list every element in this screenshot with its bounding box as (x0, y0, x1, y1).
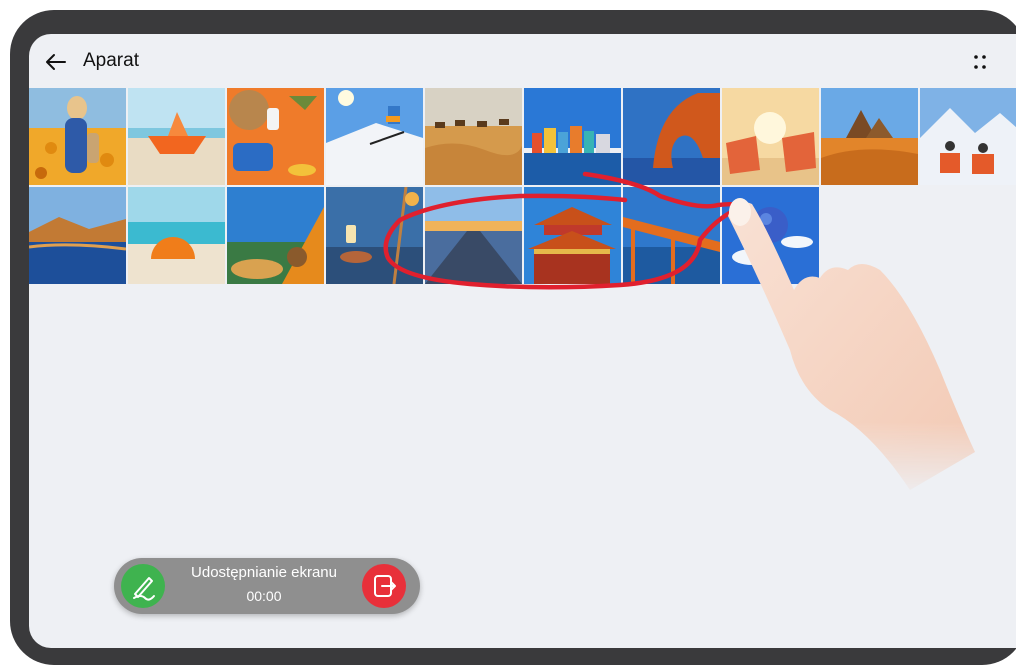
photo-thumbnail[interactable] (920, 88, 1016, 185)
photo-thumbnail[interactable] (326, 88, 423, 185)
photo-thumbnail[interactable] (623, 187, 720, 284)
photo-thumbnail[interactable] (29, 187, 126, 284)
exit-icon (374, 575, 396, 597)
pen-icon (133, 577, 155, 601)
photo-thumbnail[interactable] (425, 88, 522, 185)
photo-thumbnail[interactable] (722, 88, 819, 185)
screen: Aparat (29, 34, 1016, 648)
photo-thumbnail[interactable] (326, 187, 423, 284)
photo-grid (29, 88, 1016, 284)
photo-thumbnail[interactable] (722, 187, 819, 284)
top-bar: Aparat (29, 34, 1016, 88)
photo-thumbnail[interactable] (128, 187, 225, 284)
stop-sharing-button[interactable] (362, 564, 406, 608)
screen-sharing-label: Udostępnianie ekranu (191, 564, 337, 581)
photo-thumbnail[interactable] (821, 88, 918, 185)
photo-thumbnail[interactable] (425, 187, 522, 284)
photo-thumbnail[interactable] (227, 88, 324, 185)
screen-sharing-timer: 00:00 (246, 588, 282, 604)
screen-sharing-bar: Udostępnianie ekranu 00:00 (114, 558, 420, 614)
page-title: Aparat (83, 50, 139, 71)
photo-thumbnail[interactable] (623, 88, 720, 185)
annotate-button[interactable] (121, 564, 165, 608)
photo-thumbnail[interactable] (29, 88, 126, 185)
arrow-left-icon[interactable] (41, 47, 71, 77)
more-dots-icon[interactable] (968, 50, 992, 74)
photo-thumbnail[interactable] (128, 88, 225, 185)
photo-thumbnail[interactable] (227, 187, 324, 284)
photo-thumbnail[interactable] (524, 88, 621, 185)
photo-thumbnail[interactable] (524, 187, 621, 284)
